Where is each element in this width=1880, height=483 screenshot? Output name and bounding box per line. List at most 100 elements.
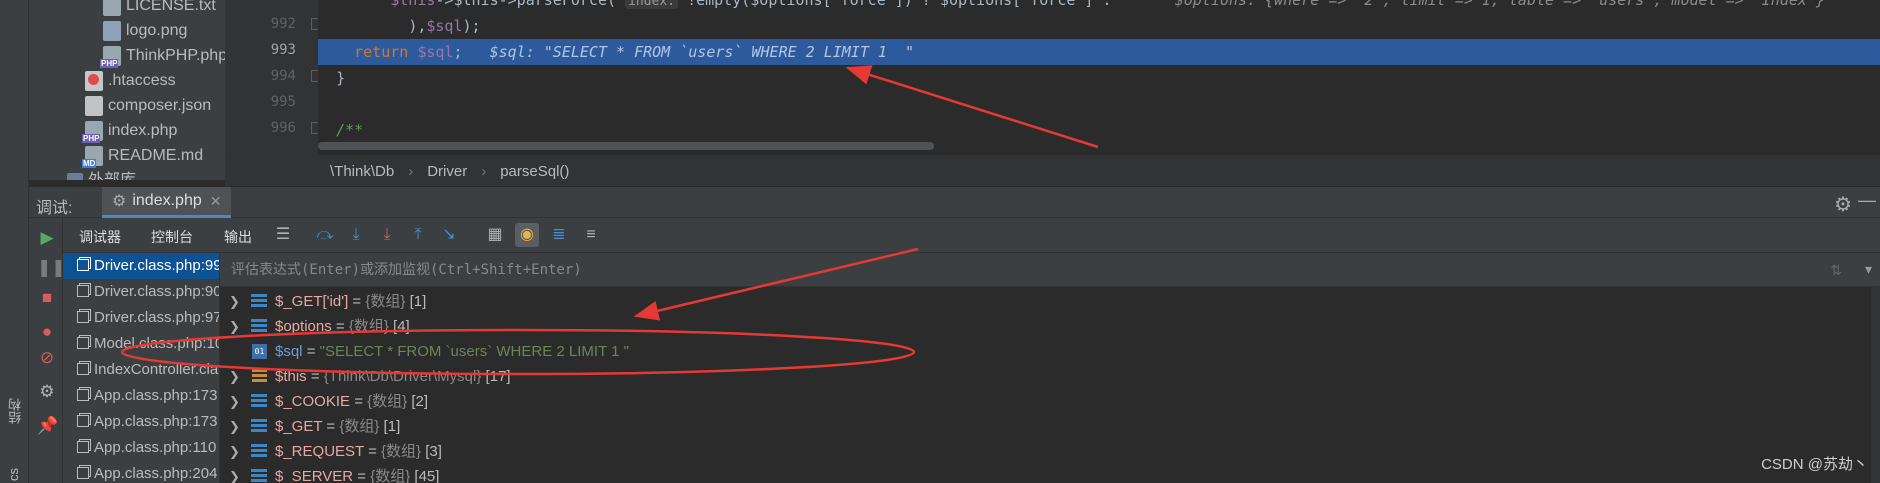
tree-item-htaccess[interactable]: .htaccess xyxy=(85,68,176,93)
variable-row[interactable]: ❯ $this = {Think\Db\Driver\Mysql} [17] xyxy=(220,364,1880,389)
line-number: 992 xyxy=(270,16,296,32)
debug-action-strip: ▶ ❚❚ ■ ● ⊘ ⚙ 📌 xyxy=(29,218,66,483)
frame-icon xyxy=(77,337,89,349)
editor-horizontal-scrollbar[interactable] xyxy=(318,142,934,150)
line-number: 994 xyxy=(270,68,296,84)
text-file-icon xyxy=(103,0,121,16)
array-icon xyxy=(251,294,267,309)
step-out-icon[interactable]: ⤒ xyxy=(406,223,430,247)
breadcrumb-namespace[interactable]: \Think\Db xyxy=(330,163,394,180)
tab-debugger[interactable]: 调试器 xyxy=(79,227,121,247)
chevron-down-icon[interactable]: ▾ xyxy=(1865,261,1872,278)
code-editor[interactable]: $this->$this->parseForce( index: !empty(… xyxy=(318,0,1880,155)
debug-tool-window-header: 调试: ⚙ index.php ✕ ⚙ — xyxy=(29,186,1880,218)
chevron-right-icon[interactable]: ❯ xyxy=(229,464,240,483)
variable-row-sql[interactable]: 01 $sql = "SELECT * FROM `users` WHERE 2… xyxy=(220,339,1880,364)
minimize-icon[interactable]: — xyxy=(1858,190,1876,211)
chevron-right-icon[interactable]: ❯ xyxy=(229,289,240,314)
frames-list: Driver.class.php:993 Driver.class.php:90… xyxy=(63,253,220,483)
gear-icon[interactable]: ⚙ xyxy=(37,382,57,402)
object-icon xyxy=(252,369,267,384)
frame-item[interactable]: Driver.class.php:900 xyxy=(63,279,219,305)
array-icon xyxy=(251,419,267,434)
htaccess-file-icon xyxy=(85,70,103,91)
tab-output[interactable]: 输出 xyxy=(224,227,252,247)
frame-item[interactable]: IndexController.class.php:7 xyxy=(63,357,219,383)
frame-item[interactable]: App.class.php:173 xyxy=(63,409,219,435)
string-variable-icon: 01 xyxy=(252,344,267,359)
evaluate-expression-input[interactable]: 评估表达式(Enter)或添加监视(Ctrl+Shift+Enter) xyxy=(220,253,1880,287)
breadcrumb-class[interactable]: Driver xyxy=(427,163,467,180)
close-icon[interactable]: ✕ xyxy=(210,193,222,210)
structure-tool-label[interactable]: 结构 xyxy=(6,398,25,424)
tree-item-index[interactable]: index.php xyxy=(82,118,177,143)
frame-item[interactable]: Driver.class.php:973 xyxy=(63,305,219,331)
step-into-icon[interactable]: ⤓ xyxy=(344,223,368,247)
line-number: 996 xyxy=(270,120,296,136)
tree-item-logo[interactable]: logo.png xyxy=(103,18,187,43)
variable-row[interactable]: ❯ $_GET = {数组} [1] xyxy=(220,414,1880,439)
inline-debug-value: $sql: "SELECT * FROM `users` WHERE 2 LIM… xyxy=(489,43,915,61)
variable-row[interactable]: ❯ $_REQUEST = {数组} [3] xyxy=(220,439,1880,464)
evaluate-expression-icon[interactable]: ▦ xyxy=(483,223,507,247)
force-step-into-icon[interactable]: ⤓ xyxy=(375,223,399,247)
add-watch-icon[interactable]: ≡ xyxy=(579,223,603,247)
resume-icon[interactable]: ▶ xyxy=(37,228,57,248)
tree-item-readme[interactable]: README.md xyxy=(82,143,203,168)
variable-row[interactable]: ❯ $_GET['id'] = {数组} [1] xyxy=(220,289,1880,314)
pin-icon[interactable]: 📌 xyxy=(37,416,58,436)
add-watch-icon[interactable]: ⇅ xyxy=(1830,262,1842,279)
bookmarks-tool-label[interactable]: cs xyxy=(6,468,21,481)
php-context-icon[interactable]: ◉ xyxy=(515,223,539,247)
debug-window-label: 调试: xyxy=(36,200,73,217)
frame-item[interactable]: App.class.php:110 xyxy=(63,435,219,461)
tree-item-thinkphp[interactable]: ThinkPHP.php xyxy=(100,43,225,68)
variable-row[interactable]: ❯ $_COOKIE = {数组} [2] xyxy=(220,389,1880,414)
frame-icon xyxy=(77,311,89,323)
variables-panel: 评估表达式(Enter)或添加监视(Ctrl+Shift+Enter) ⇅ ▾ … xyxy=(220,253,1880,483)
frame-item[interactable]: App.class.php:173 xyxy=(63,383,219,409)
tree-item-composer[interactable]: composer.json xyxy=(85,93,211,118)
tree-item-external-libraries[interactable]: 外部库 xyxy=(67,168,136,180)
frame-item-selected[interactable]: Driver.class.php:993 xyxy=(63,253,219,279)
library-icon xyxy=(67,172,83,180)
array-icon xyxy=(251,444,267,459)
frame-icon xyxy=(77,285,89,297)
step-over-icon[interactable]: ⤼ xyxy=(313,223,337,247)
tree-item-license[interactable]: LICENSE.txt xyxy=(103,0,216,18)
frame-item[interactable]: Model.class.php:1028 xyxy=(63,331,219,357)
php-file-icon xyxy=(100,45,121,68)
frame-icon xyxy=(77,415,89,427)
chevron-right-icon[interactable]: ❯ xyxy=(229,439,240,464)
watermark: CSDN @苏劫丶 xyxy=(1761,456,1868,473)
pause-icon[interactable]: ❚❚ xyxy=(37,258,66,278)
variables-scrollbar[interactable] xyxy=(1871,287,1880,483)
markdown-file-icon xyxy=(82,145,103,168)
mute-breakpoints-icon[interactable]: ⊘ xyxy=(37,348,57,368)
menu-lines-icon[interactable]: ☰ xyxy=(271,223,295,247)
chevron-right-icon[interactable]: ❯ xyxy=(229,389,240,414)
chevron-right-icon: › xyxy=(408,162,414,180)
breadcrumb-method[interactable]: parseSql() xyxy=(500,163,569,180)
variable-row[interactable]: ❯ $options = {数组} [4] xyxy=(220,314,1880,339)
gear-icon[interactable]: ⚙ xyxy=(1834,192,1852,217)
chevron-right-icon[interactable]: ❯ xyxy=(229,364,240,389)
array-icon xyxy=(251,469,267,483)
image-file-icon xyxy=(103,20,121,41)
php-debug-icon: ⚙ xyxy=(112,193,127,210)
debug-session-tab[interactable]: ⚙ index.php ✕ xyxy=(102,187,232,218)
tab-console[interactable]: 控制台 xyxy=(151,227,193,247)
debug-toolbar: 调试器 控制台 输出 ☰ ⤼ ⤓ ⤓ ⤒ ↘ ▦ ◉ ≣ ≡ xyxy=(63,218,1880,253)
list-numbered-icon[interactable]: ≣ xyxy=(547,223,571,247)
stop-icon[interactable]: ■ xyxy=(37,288,57,308)
view-breakpoints-icon[interactable]: ● xyxy=(37,322,57,342)
frame-item[interactable]: App.class.php:204 xyxy=(63,461,219,483)
chevron-right-icon[interactable]: ❯ xyxy=(229,414,240,439)
variable-row[interactable]: ❯ $_SERVER = {数组} [45] xyxy=(220,464,1880,483)
array-icon xyxy=(251,394,267,409)
code-line-partial: $this->$this->parseForce( index: !empty(… xyxy=(318,0,1880,13)
array-icon xyxy=(251,319,267,334)
chevron-right-icon[interactable]: ❯ xyxy=(229,314,240,339)
code-line-993-execution-point: return $sql; $sql: "SELECT * FROM `users… xyxy=(318,39,1880,65)
run-to-cursor-icon[interactable]: ↘ xyxy=(437,223,461,247)
